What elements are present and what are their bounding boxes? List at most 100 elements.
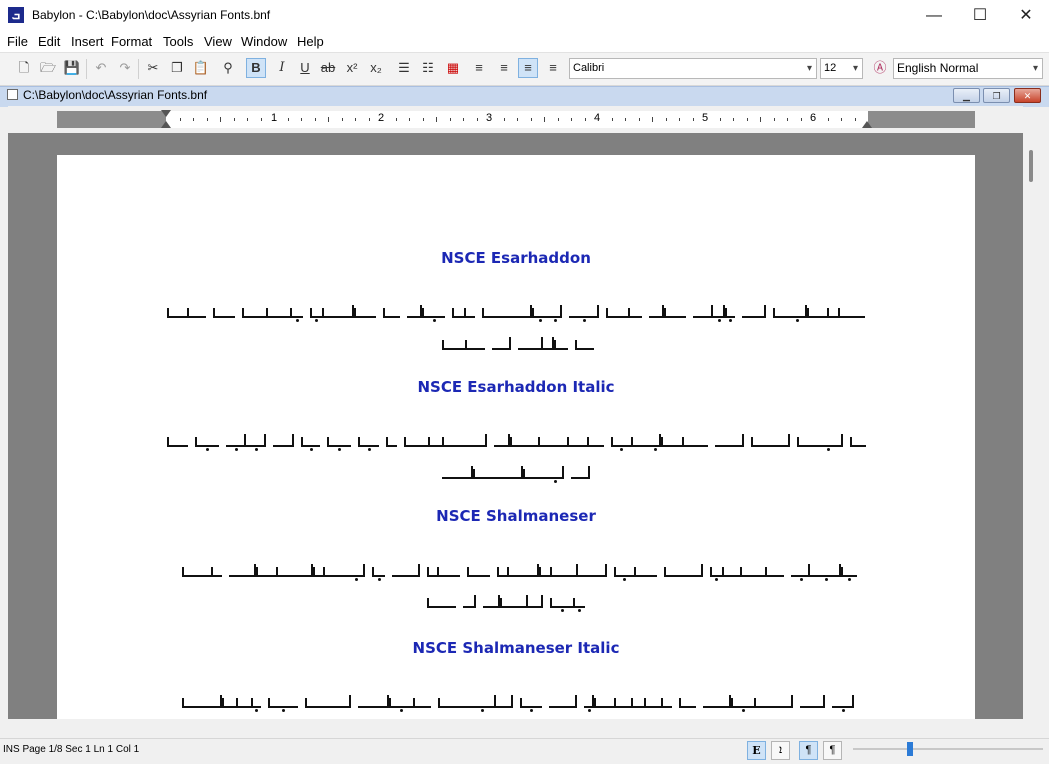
document-title: C:\Babylon\doc\Assyrian Fonts.bnf [23,88,208,102]
ruler-tick [625,118,626,121]
syriac-dot [206,448,209,451]
syriac-line [167,427,867,451]
syriac-glyph [614,698,631,708]
vertical-scrollbar[interactable] [1023,133,1040,719]
find-icon[interactable]: ⚲ [218,58,238,78]
chevron-down-icon: ▾ [1032,63,1038,74]
color-icon[interactable]: ▦ [443,58,463,78]
menu-help[interactable]: Help [297,34,324,49]
new-doc-icon[interactable]: 🗋 [14,58,34,78]
english-keyboard-button[interactable]: E [747,741,766,760]
syriac-glyph [550,567,562,577]
syriac-glyph [547,305,562,318]
undo-icon[interactable]: ↶ [91,58,111,78]
maximize-icon[interactable]: ☐ [957,0,1003,31]
syriac-dot [729,319,732,322]
copy-icon[interactable]: ❐ [167,58,187,78]
menu-edit[interactable]: Edit [38,34,60,49]
syriac-glyph [661,437,682,447]
syriac-glyph [323,567,346,577]
open-icon[interactable]: 🗁 [38,58,58,78]
ruler-tick [585,118,586,121]
syriac-glyph [438,698,468,708]
menu-tools[interactable]: Tools [163,34,193,49]
superscript-button[interactable]: x² [342,58,362,78]
syriac-dot [588,709,591,712]
chevron-down-icon: ▾ [852,63,858,74]
subscript-button[interactable]: x₂ [366,58,386,78]
align-center-icon[interactable]: ≡ [494,58,514,78]
vertical-scroll-thumb[interactable] [1029,150,1033,182]
heading-esarhaddon: NSCE Esarhaddon [441,249,591,267]
document-page[interactable]: NSCE Esarhaddon NSCE Esarhaddon Italic N… [57,155,975,719]
doc-minimize-icon[interactable]: ▁ [953,88,980,103]
syriac-dot [377,578,381,581]
syriac-glyph [713,305,725,318]
style-icon[interactable]: Ⓐ [870,58,890,78]
syriac-glyph [413,698,431,708]
doc-restore-icon[interactable]: ❐ [983,88,1010,103]
syriac-keyboard-button[interactable]: ܐ [771,741,790,760]
syriac-glyph [346,564,365,577]
app-icon[interactable]: ܒ [8,7,24,23]
syriac-glyph [507,567,518,577]
underline-button[interactable]: U [295,58,315,78]
syriac-glyph [631,698,644,708]
first-indent-marker[interactable] [161,110,171,117]
font-name-select[interactable]: Calibri ▾ [569,58,817,79]
right-indent-marker[interactable] [862,121,872,128]
syriac-glyph [301,437,320,447]
align-justify-icon[interactable]: ≡ [518,58,538,78]
ltr-paragraph-button[interactable]: ¶ [799,741,818,760]
align-left-icon[interactable]: ≡ [469,58,489,78]
paste-icon[interactable]: 📋 [191,58,211,78]
syriac-glyph [467,567,490,577]
syriac-glyph [765,567,784,577]
cut-icon[interactable]: ✂ [143,58,163,78]
ruler-tick [423,118,424,121]
left-indent-marker[interactable] [161,121,171,128]
syriac-glyph [797,437,813,447]
syriac-dot [799,578,803,581]
rtl-paragraph-button[interactable]: ¶ [823,741,842,760]
syriac-dot [235,448,238,451]
strikethrough-button[interactable]: ab [318,58,338,78]
syriac-glyph [573,598,585,608]
align-right-icon[interactable]: ≡ [543,58,563,78]
syriac-glyph [578,564,607,577]
doc-close-icon[interactable]: ✕ [1014,88,1041,103]
document-icon[interactable] [7,89,18,100]
italic-button[interactable]: I [272,58,292,78]
bold-button[interactable]: B [246,58,266,78]
menu-insert[interactable]: Insert [71,34,104,49]
ruler-tick [342,118,343,121]
menu-view[interactable]: View [204,34,232,49]
syriac-glyph [594,698,614,708]
ruler-number: 6 [810,112,817,124]
ruler-tick [369,118,370,121]
redo-icon[interactable]: ↷ [115,58,135,78]
minimize-icon[interactable]: — [911,0,957,31]
menu-window[interactable]: Window [241,34,287,49]
syriac-glyph [740,567,765,577]
menu-file[interactable]: File [7,34,28,49]
syriac-dot [295,319,299,322]
close-icon[interactable]: ✕ [1003,0,1049,31]
style-select[interactable]: English Normal ▾ [893,58,1043,79]
ruler-tick [787,118,788,121]
syriac-glyph [571,466,590,479]
save-icon[interactable]: 💾 [62,58,82,78]
syriac-dot [255,709,258,712]
status-bar [0,738,1049,764]
syriac-glyph [465,340,485,350]
syriac-glyph [497,567,507,577]
syriac-dot [583,319,586,322]
zoom-slider-thumb[interactable] [907,742,913,756]
ruler-tick [531,118,532,121]
bullet-list-icon[interactable]: ☰ [394,58,414,78]
numbered-list-icon[interactable]: ☷ [418,58,438,78]
horizontal-scrollbar[interactable] [8,719,1040,735]
font-size-select[interactable]: 12 ▾ [820,58,863,79]
zoom-slider-track[interactable] [853,748,1043,750]
menu-format[interactable]: Format [111,34,152,49]
